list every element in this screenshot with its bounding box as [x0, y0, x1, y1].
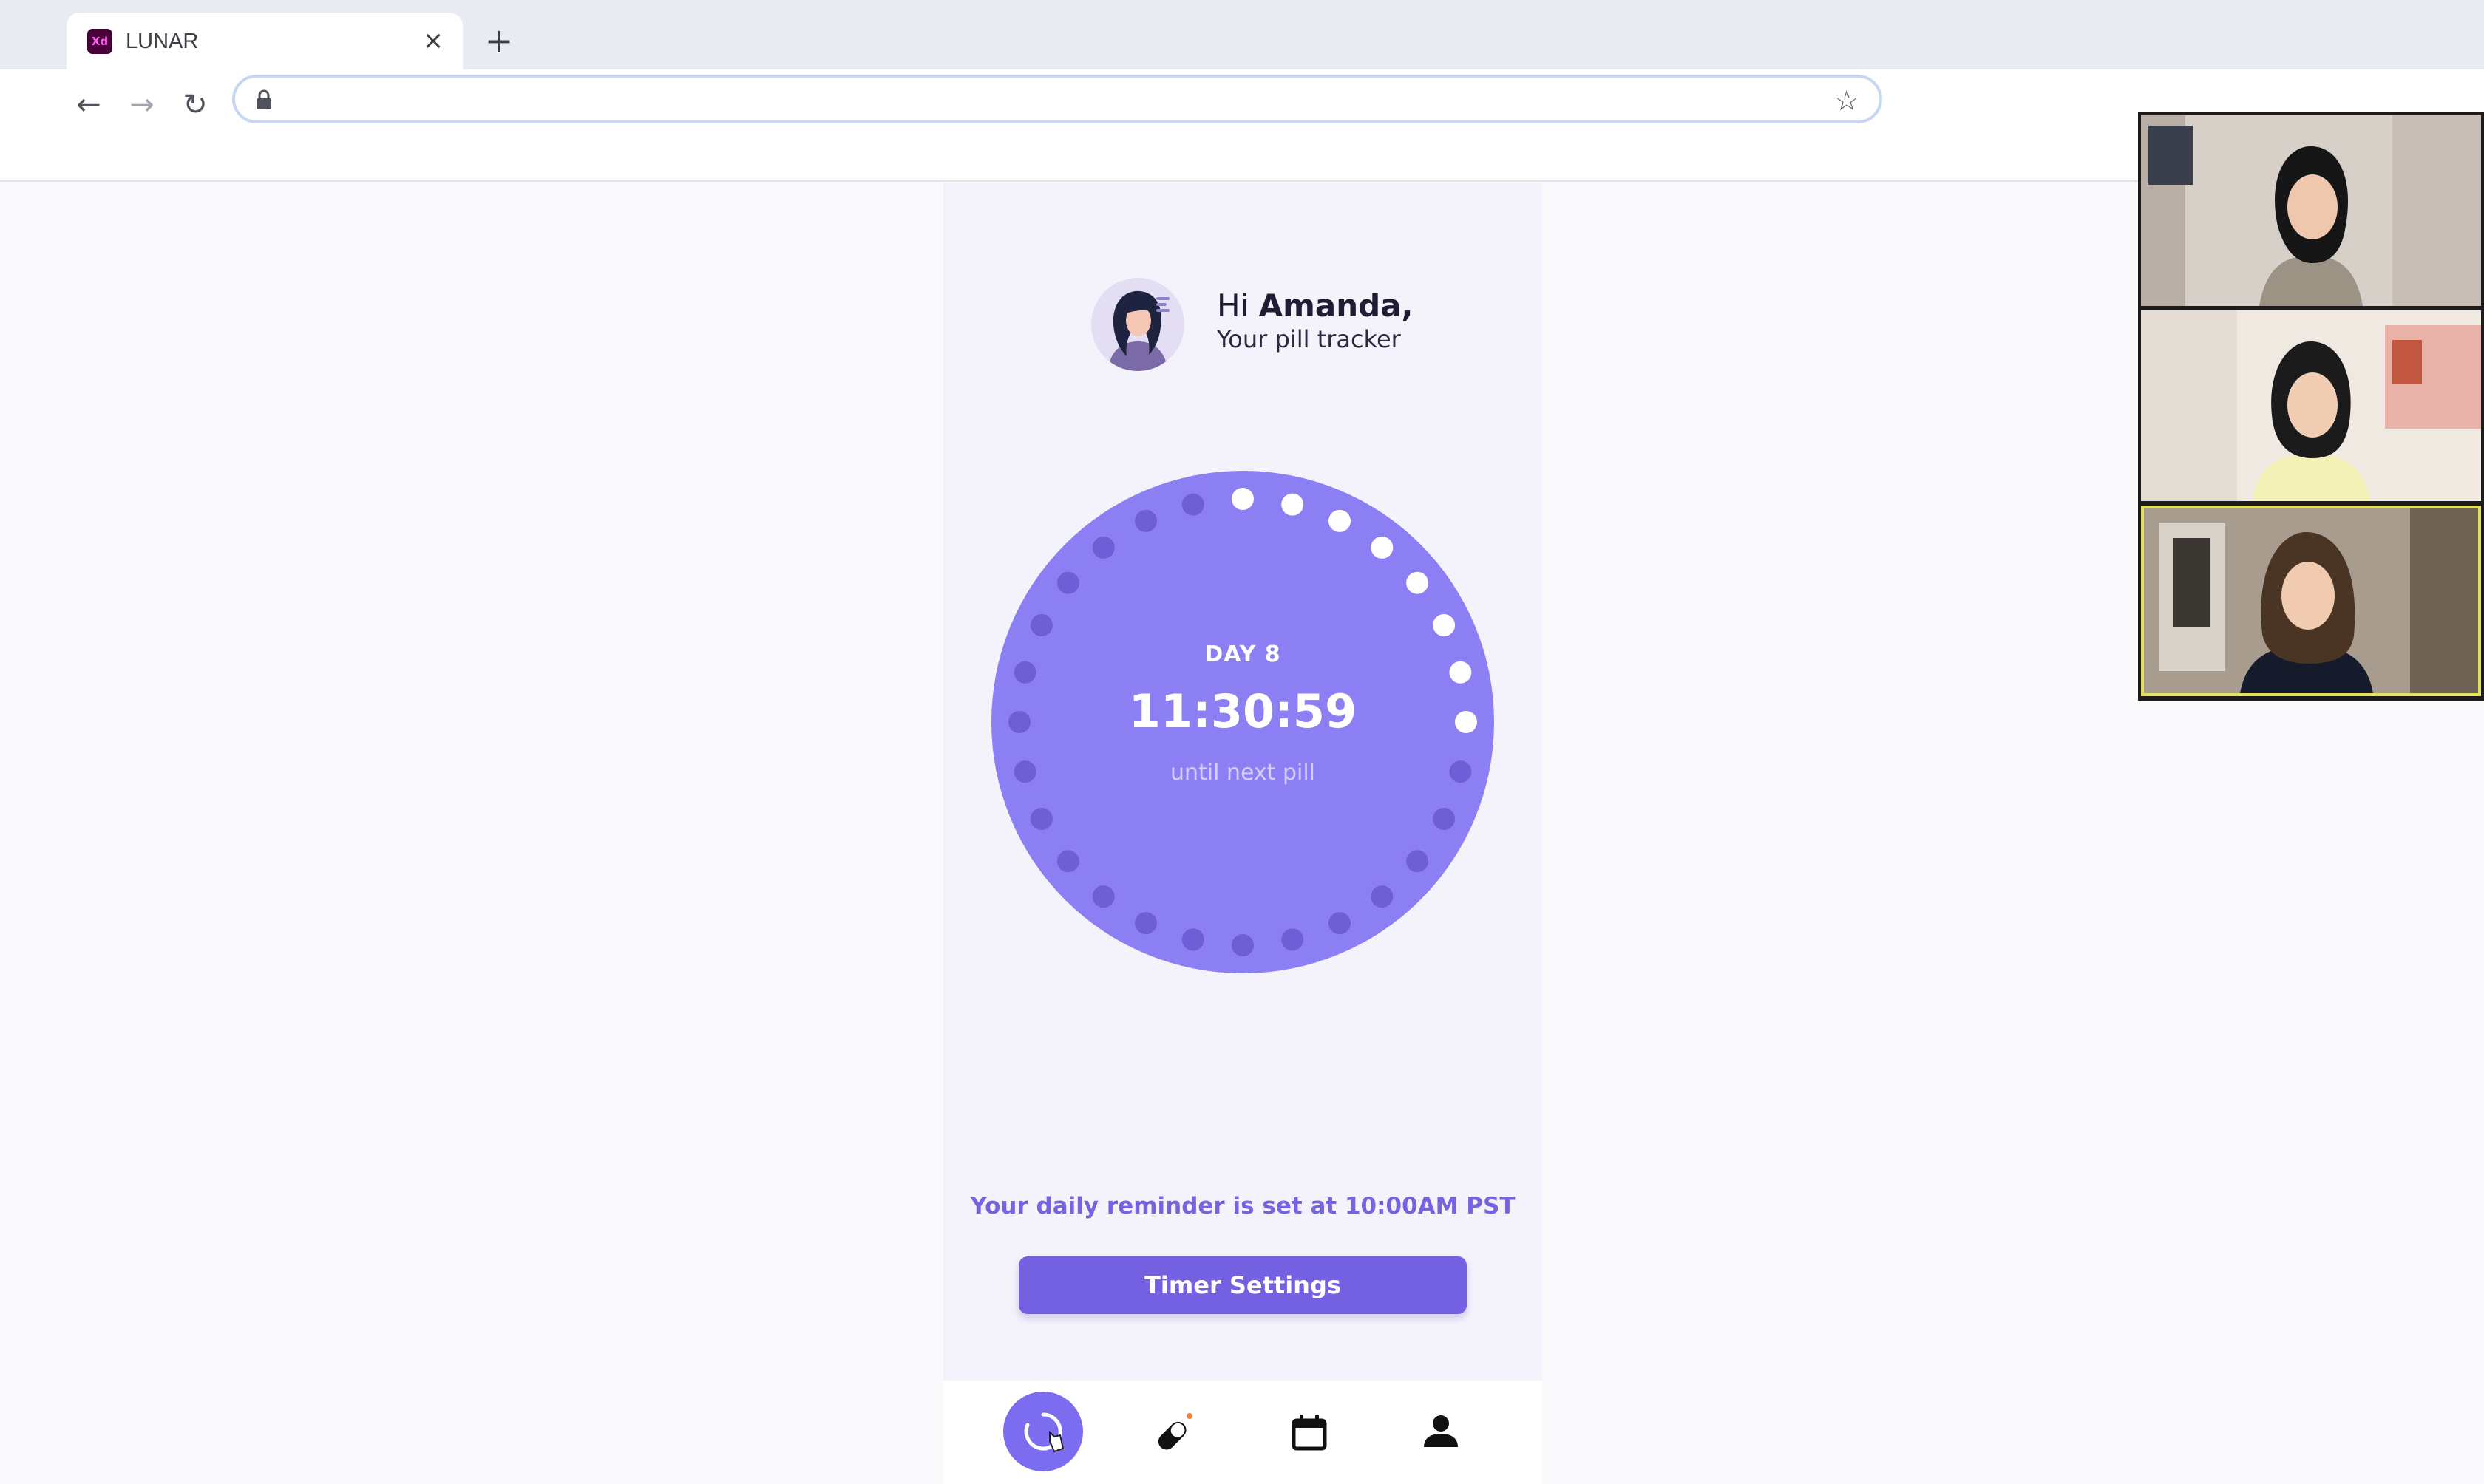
tab-title: LUNAR — [126, 30, 199, 53]
lock-icon — [257, 89, 271, 109]
address-bar[interactable]: ☆ — [232, 75, 1882, 123]
nav-item-timer[interactable] — [1002, 1391, 1084, 1472]
participant-video-icon — [2144, 508, 2478, 693]
bottom-nav — [943, 1381, 1542, 1484]
user-name: Amanda, — [1258, 287, 1414, 324]
participant-tile-1[interactable] — [2141, 115, 2481, 306]
nav-item-pills[interactable] — [1133, 1391, 1215, 1472]
avatar[interactable] — [1091, 278, 1184, 371]
until-next-pill-label: until next pill — [1170, 760, 1316, 786]
close-icon[interactable]: × — [418, 26, 448, 55]
nav-item-calendar[interactable] — [1267, 1391, 1348, 1472]
video-call-panel — [2138, 112, 2484, 701]
nav-item-profile[interactable] — [1400, 1391, 1482, 1472]
browser-tab-strip: Xd LUNAR × + — [0, 0, 2484, 69]
profile-icon — [1424, 1415, 1458, 1447]
bookmark-star-icon[interactable]: ☆ — [1830, 84, 1863, 117]
pill-icon — [1158, 1413, 1192, 1450]
participant-video-icon — [2141, 115, 2481, 306]
xd-favicon-icon: Xd — [87, 29, 112, 54]
greeting: Hi Amanda, — [1217, 287, 1413, 325]
lunar-app-screen: Hi Amanda, Your pill tracker DAY 8 11:30… — [943, 183, 1542, 1381]
timer-settings-button[interactable]: Timer Settings — [1019, 1256, 1467, 1314]
timer-icon — [1024, 1412, 1065, 1453]
countdown-timer: 11:30:59 — [1128, 684, 1357, 738]
participant-video-icon — [2141, 310, 2481, 501]
daily-reminder-text: Your daily reminder is set at 10:00AM PS… — [970, 1193, 1516, 1219]
participant-tile-2[interactable] — [2141, 310, 2481, 501]
back-arrow-icon[interactable]: ← — [65, 81, 112, 129]
plus-icon[interactable]: + — [481, 24, 518, 61]
forward-arrow-icon[interactable]: → — [118, 81, 166, 129]
greeting-prefix: Hi — [1217, 287, 1259, 324]
reload-icon[interactable]: ↻ — [172, 81, 219, 129]
page-subtitle: Your pill tracker — [1217, 325, 1401, 353]
participant-tile-3-active-speaker[interactable] — [2141, 506, 2481, 696]
user-avatar-illustration-icon — [1091, 278, 1184, 371]
calendar-icon — [1292, 1415, 1327, 1451]
dial-center: DAY 8 11:30:59 until next pill — [991, 470, 1495, 974]
browser-tab[interactable]: Xd LUNAR × — [67, 13, 463, 69]
browser-toolbar: ← → ↻ ☆ — [0, 69, 2484, 182]
day-label: DAY 8 — [1204, 641, 1281, 667]
